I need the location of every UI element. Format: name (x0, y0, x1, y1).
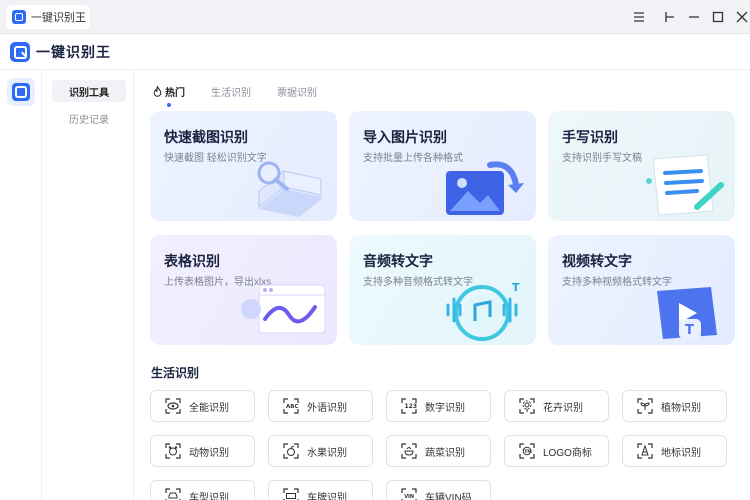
card-title: 手写识别 (562, 129, 618, 145)
svg-text:VIN: VIN (404, 494, 414, 500)
rail-item-recognize[interactable] (7, 78, 35, 106)
app-title: 一键识别王 (36, 43, 111, 60)
subnav-item-history[interactable]: 历史记录 (52, 107, 126, 129)
tab-life[interactable]: 生活识别 (211, 80, 251, 102)
flower-scan-icon (519, 398, 535, 414)
life-section-title: 生活识别 (151, 366, 200, 380)
animal-scan-icon (165, 443, 181, 459)
card-title: 音频转文字 (363, 253, 433, 269)
maximize-button[interactable] (710, 9, 726, 25)
tool-label: 植物识别 (661, 402, 701, 414)
maximize-icon (712, 11, 724, 23)
car-scan-icon (165, 488, 181, 500)
plant-scan-icon (637, 398, 653, 414)
app-logo-icon (12, 10, 26, 24)
tool-label: 车辆VIN码 (425, 492, 472, 500)
tool-label: 外语识别 (307, 402, 347, 414)
number-scan-icon: 123 (401, 398, 417, 414)
tool-flower[interactable]: 花卉识别 (504, 390, 609, 422)
svg-text:123: 123 (405, 403, 418, 410)
close-icon (736, 11, 748, 23)
minimize-icon (689, 16, 699, 18)
card-video-to-text[interactable]: 视频转文字 支持多种视频格式转文字 T (548, 235, 735, 345)
main-content: 热门 生活识别 票据识别 快速截图识别 快速截图 轻松识别文字 导入图片识别 支… (135, 70, 750, 500)
tool-animal[interactable]: 动物识别 (150, 435, 255, 467)
eye-scan-icon (165, 398, 181, 414)
window-tab-title: 一键识别王 (31, 12, 86, 24)
sub-navigation: 识别工具 历史记录 (42, 70, 134, 500)
tool-label: 水果识别 (307, 447, 347, 459)
tool-label: 车牌识别 (307, 492, 347, 500)
svg-text:T: T (685, 323, 694, 338)
tool-foreign-language[interactable]: ABC 外语识别 (268, 390, 373, 422)
tool-fruit[interactable]: 水果识别 (268, 435, 373, 467)
card-title: 视频转文字 (562, 253, 632, 269)
landmark-scan-icon (637, 443, 653, 459)
menu-icon (634, 12, 644, 22)
recognize-app-icon (12, 83, 30, 101)
fruit-scan-icon (283, 443, 299, 459)
title-bar: 一键识别王 (0, 0, 750, 34)
video-play-icon: T (657, 287, 717, 339)
tool-label: 全能识别 (189, 402, 229, 414)
app-header: 一键识别王 (0, 34, 750, 70)
vegetable-scan-icon (401, 443, 417, 459)
tool-landmark[interactable]: 地标识别 (622, 435, 727, 467)
svg-text:TM: TM (524, 449, 532, 455)
tool-plant[interactable]: 植物识别 (622, 390, 727, 422)
minimize-button[interactable] (686, 9, 702, 25)
tool-label: LOGO商标 (543, 447, 592, 459)
tab-hot-label: 热门 (165, 87, 185, 99)
card-handwriting[interactable]: 手写识别 支持识别手写文稿 (548, 111, 735, 221)
tab-receipt[interactable]: 票据识别 (277, 80, 317, 102)
svg-text:ABC: ABC (286, 404, 299, 410)
tool-car-model[interactable]: 车型识别 (150, 480, 255, 500)
plate-scan-icon (283, 488, 299, 500)
svg-text:T: T (512, 281, 520, 294)
card-table-ocr[interactable]: 表格识别 上传表格图片，导出xlxs (150, 235, 337, 345)
tool-label: 地标识别 (661, 447, 701, 459)
tab-hot[interactable]: 热门 (153, 80, 185, 107)
tool-label: 蔬菜识别 (425, 447, 465, 459)
image-import-icon (446, 161, 524, 215)
tool-logo-trademark[interactable]: TM LOGO商标 (504, 435, 609, 467)
menu-button[interactable] (631, 9, 647, 25)
window-tab[interactable]: 一键识别王 (6, 5, 90, 29)
tool-vegetable[interactable]: 蔬菜识别 (386, 435, 491, 467)
pin-button[interactable] (661, 9, 677, 25)
tool-label: 花卉识别 (543, 402, 583, 414)
card-screenshot-ocr[interactable]: 快速截图识别 快速截图 轻松识别文字 (150, 111, 337, 221)
pin-icon (665, 12, 674, 22)
logo-scan-icon: TM (519, 443, 535, 459)
book-magnifier-icon (257, 161, 324, 217)
card-title: 快速截图识别 (164, 129, 248, 145)
category-tabs: 热门 生活识别 票据识别 (153, 80, 343, 107)
audio-wave-icon: T (446, 279, 524, 341)
close-button[interactable] (734, 9, 750, 25)
tool-label: 动物识别 (189, 447, 229, 459)
tool-number[interactable]: 123 数字识别 (386, 390, 491, 422)
app-logo-icon (10, 41, 30, 62)
card-import-image[interactable]: 导入图片识别 支持批量上传各种格式 (349, 111, 536, 221)
card-title: 导入图片识别 (363, 129, 447, 145)
subnav-item-tools[interactable]: 识别工具 (52, 80, 126, 102)
tool-label: 车型识别 (189, 492, 229, 500)
abc-scan-icon: ABC (283, 398, 299, 414)
tool-license-plate[interactable]: 车牌识别 (268, 480, 373, 500)
card-audio-to-text[interactable]: 音频转文字 支持多种音频格式转文字 T (349, 235, 536, 345)
vin-scan-icon: VIN (401, 488, 417, 500)
tool-all-recognize[interactable]: 全能识别 (150, 390, 255, 422)
tool-vin-code[interactable]: VIN 车辆VIN码 (386, 480, 491, 500)
handwriting-paper-icon (646, 154, 724, 216)
tool-label: 数字识别 (425, 402, 465, 414)
table-chart-icon (241, 284, 326, 334)
icon-rail (0, 70, 42, 500)
fire-icon (153, 85, 162, 97)
card-title: 表格识别 (164, 253, 220, 269)
